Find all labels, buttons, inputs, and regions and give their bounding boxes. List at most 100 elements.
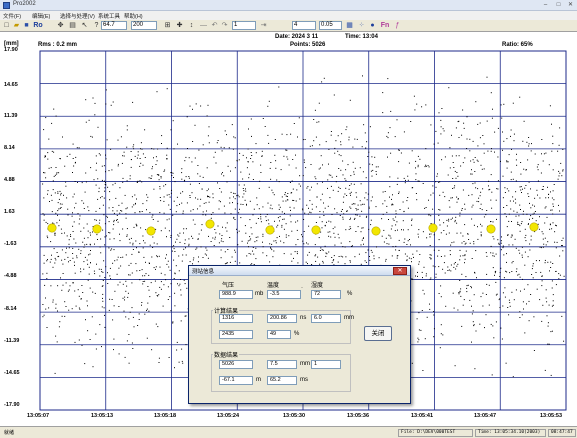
- scatter-point: [113, 338, 115, 340]
- menu-help[interactable]: 帮助(H): [124, 12, 143, 20]
- marker-point[interactable]: [205, 219, 215, 229]
- scatter-point: [240, 203, 242, 205]
- scatter-point: [453, 167, 455, 168]
- redo-icon[interactable]: ↷: [220, 21, 229, 30]
- scatter-point: [449, 147, 451, 149]
- scatter-point: [62, 273, 64, 274]
- undo-icon[interactable]: ↶: [210, 21, 219, 30]
- arrow-icon[interactable]: ↖: [80, 21, 89, 30]
- scatter-point: [533, 350, 535, 351]
- scatter-point: [253, 208, 255, 210]
- zoom-icon[interactable]: ⇥: [259, 21, 268, 30]
- scatter-point: [350, 194, 351, 196]
- save-icon[interactable]: ■: [22, 21, 31, 30]
- move-icon[interactable]: ✥: [56, 21, 65, 30]
- menu-file[interactable]: 文件(F): [3, 12, 21, 20]
- new-icon[interactable]: □: [2, 21, 11, 30]
- scatter-point: [389, 127, 391, 129]
- marker-point[interactable]: [146, 226, 156, 236]
- ro-icon[interactable]: Ro: [32, 21, 44, 30]
- scatter-point: [453, 241, 455, 243]
- scatter-point: [304, 139, 306, 140]
- menu-edit[interactable]: 编辑(E): [32, 12, 50, 20]
- data-field-5[interactable]: 65.2: [267, 376, 297, 385]
- scatter-point: [269, 243, 271, 245]
- scatter-point: [285, 236, 287, 238]
- cross-icon[interactable]: ✚: [175, 21, 184, 30]
- minimize-button[interactable]: –: [541, 1, 550, 9]
- scatter-icon[interactable]: ⁘: [357, 21, 366, 30]
- scatter-point: [221, 238, 223, 240]
- scatter-point: [407, 207, 409, 209]
- calc-field-1[interactable]: 1316: [219, 314, 253, 323]
- calc-field-5[interactable]: 49: [267, 330, 291, 339]
- calc-field-4[interactable]: 2435: [219, 330, 253, 339]
- scatter-point: [136, 247, 137, 249]
- marker-point[interactable]: [371, 226, 381, 236]
- calc-field-2[interactable]: 200.86: [267, 314, 297, 323]
- scatter-point: [521, 192, 522, 193]
- print-icon[interactable]: ▤: [68, 21, 77, 30]
- marker-point[interactable]: [486, 224, 496, 234]
- marker-point[interactable]: [265, 225, 275, 235]
- scatter-point: [112, 319, 114, 321]
- toolbar-field-3[interactable]: 1: [232, 21, 256, 30]
- scatter-point: [461, 208, 463, 209]
- marker-point[interactable]: [311, 225, 321, 235]
- marker-point[interactable]: [47, 223, 57, 233]
- scatter-point: [80, 252, 82, 254]
- scatter-point: [119, 212, 121, 214]
- marker-point[interactable]: [428, 223, 438, 233]
- scatter-point: [537, 223, 539, 225]
- data-field-4[interactable]: -67.1: [219, 376, 253, 385]
- scatter-point: [348, 188, 350, 190]
- scatter-point: [122, 181, 124, 183]
- dialog-close-icon[interactable]: ✕: [393, 267, 407, 275]
- scatter-point: [360, 244, 362, 246]
- marker-point[interactable]: [92, 224, 102, 234]
- close-window-button[interactable]: ✕: [566, 1, 575, 9]
- scatter-point: [322, 211, 324, 213]
- scatter-point: [220, 249, 222, 251]
- temperature-field[interactable]: -3.5: [267, 290, 301, 299]
- data-field-3[interactable]: 1: [311, 360, 341, 369]
- scatter-point: [349, 185, 351, 186]
- query-icon[interactable]: ?: [92, 21, 101, 30]
- scatter-point: [547, 186, 548, 188]
- dot-icon[interactable]: ●: [368, 21, 377, 30]
- function-icon[interactable]: ƒ: [393, 21, 402, 30]
- menu-select-process[interactable]: 选择与处理(V): [60, 12, 95, 20]
- menu-system-tools[interactable]: 系统工具: [98, 12, 120, 20]
- scatter-point: [510, 236, 512, 238]
- marker-point[interactable]: [529, 222, 539, 232]
- scatter-point: [466, 291, 468, 293]
- vert-icon[interactable]: ↕: [187, 21, 196, 30]
- scatter-point: [232, 202, 233, 204]
- data-field-1[interactable]: 5026: [219, 360, 253, 369]
- toolbar-field-5[interactable]: 0.05: [319, 21, 342, 30]
- grid-icon[interactable]: ⊞: [163, 21, 172, 30]
- scatter-point: [457, 263, 459, 265]
- scatter-point: [349, 192, 351, 194]
- scatter-point: [513, 200, 514, 202]
- toolbar-field-4[interactable]: 4: [292, 21, 316, 30]
- open-icon[interactable]: ▰: [12, 21, 21, 30]
- pressure-field[interactable]: 988.9: [219, 290, 253, 299]
- close-button[interactable]: 关闭: [364, 326, 392, 341]
- scatter-point: [279, 220, 280, 222]
- humidity-field[interactable]: 72: [311, 290, 341, 299]
- data-field-2[interactable]: 7.5: [267, 360, 297, 369]
- scatter-point: [474, 171, 476, 172]
- fn-icon[interactable]: Fn: [379, 21, 391, 30]
- scatter-point: [185, 176, 187, 178]
- toolbar-field-2[interactable]: 200: [131, 21, 157, 30]
- maximize-button[interactable]: □: [554, 1, 563, 9]
- line-icon[interactable]: —: [199, 21, 208, 30]
- chart-icon[interactable]: ▦: [345, 21, 354, 30]
- scatter-point: [357, 208, 359, 210]
- calc-field-3[interactable]: 6.0: [311, 314, 341, 323]
- dialog-title: 测站信息: [192, 269, 215, 275]
- toolbar-field-1[interactable]: 64.7: [101, 21, 127, 30]
- scatter-point: [129, 178, 131, 180]
- dialog-title-bar[interactable]: 测站信息 ✕: [189, 266, 410, 276]
